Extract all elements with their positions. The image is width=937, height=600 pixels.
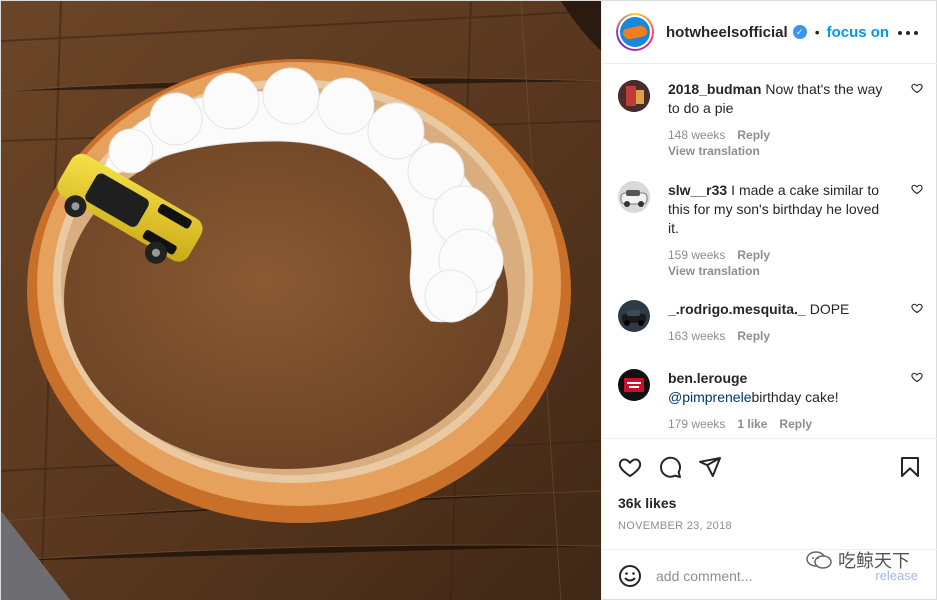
likes-count[interactable]: 36k likes xyxy=(618,495,676,511)
comment-time[interactable]: 163 weeks xyxy=(668,329,725,343)
follow-button[interactable]: focus on xyxy=(827,24,890,41)
comment-time[interactable]: 148 weeks xyxy=(668,128,725,142)
reply-button[interactable]: Reply xyxy=(737,329,770,343)
verified-badge-icon: ✓ xyxy=(792,25,807,39)
post-date: NOVEMBER 23, 2018 xyxy=(618,520,732,532)
author-username[interactable]: hotwheelsofficial xyxy=(666,24,788,41)
wechat-icon xyxy=(806,551,832,569)
reply-button[interactable]: Reply xyxy=(737,248,770,262)
pumpkin-pie-image xyxy=(1,1,601,600)
view-translation-link[interactable]: View translation xyxy=(668,264,892,278)
post-photo[interactable] xyxy=(1,1,601,600)
header-separator: • xyxy=(814,24,820,40)
post-side-panel: hotwheelsofficial ✓ • focus on 2018_budm… xyxy=(601,1,937,600)
comment-bubble-icon[interactable] xyxy=(658,455,682,479)
comment-likes[interactable]: 1 like xyxy=(737,417,767,431)
paper-plane-icon[interactable] xyxy=(698,455,722,479)
reply-button[interactable]: Reply xyxy=(737,128,770,142)
comment-item: ben.lerouge @pimprenelebirthday cake! 179… xyxy=(618,369,923,431)
comment-username[interactable]: 2018_budman xyxy=(668,81,761,97)
watermark-sub: release xyxy=(875,568,918,583)
smiley-icon[interactable] xyxy=(618,564,642,588)
commenter-avatar[interactable] xyxy=(618,369,650,401)
bookmark-icon[interactable] xyxy=(898,455,922,479)
comment-item: 2018_budman Now that's the way to do a pi… xyxy=(618,80,923,158)
comment-item: _.rodrigo.mesquita._ DOPE 163 weeks Reply xyxy=(618,300,923,343)
comment-time[interactable]: 179 weeks xyxy=(668,417,725,431)
commenter-avatar[interactable] xyxy=(618,181,650,213)
author-avatar[interactable] xyxy=(616,13,654,51)
comment-time[interactable]: 159 weeks xyxy=(668,248,725,262)
heart-icon[interactable] xyxy=(911,371,923,383)
heart-icon[interactable] xyxy=(911,183,923,195)
heart-icon[interactable] xyxy=(911,302,923,314)
comment-username[interactable]: ben.lerouge xyxy=(668,370,747,386)
comment-text: birthday cake! xyxy=(751,389,839,405)
comment-mention-link[interactable]: @pimprenele xyxy=(668,389,751,405)
heart-icon[interactable] xyxy=(911,82,923,94)
instagram-post-modal: hotwheelsofficial ✓ • focus on 2018_budm… xyxy=(0,0,937,600)
hot-wheels-logo xyxy=(620,17,650,47)
commenter-avatar[interactable] xyxy=(618,300,650,332)
comment-username[interactable]: slw__r33 xyxy=(668,182,727,198)
post-header: hotwheelsofficial ✓ • focus on xyxy=(602,1,937,64)
comment-text: DOPE xyxy=(809,301,850,317)
more-options-icon[interactable] xyxy=(898,23,918,43)
comment-item: slw__r33 I made a cake similar to this fo… xyxy=(618,181,923,278)
commenter-avatar[interactable] xyxy=(618,80,650,112)
heart-icon[interactable] xyxy=(618,455,642,479)
view-translation-link[interactable]: View translation xyxy=(668,144,892,158)
reply-button[interactable]: Reply xyxy=(779,417,812,431)
comment-username[interactable]: _.rodrigo.mesquita._ xyxy=(668,301,806,317)
comments-list[interactable]: 2018_budman Now that's the way to do a pi… xyxy=(602,64,937,438)
